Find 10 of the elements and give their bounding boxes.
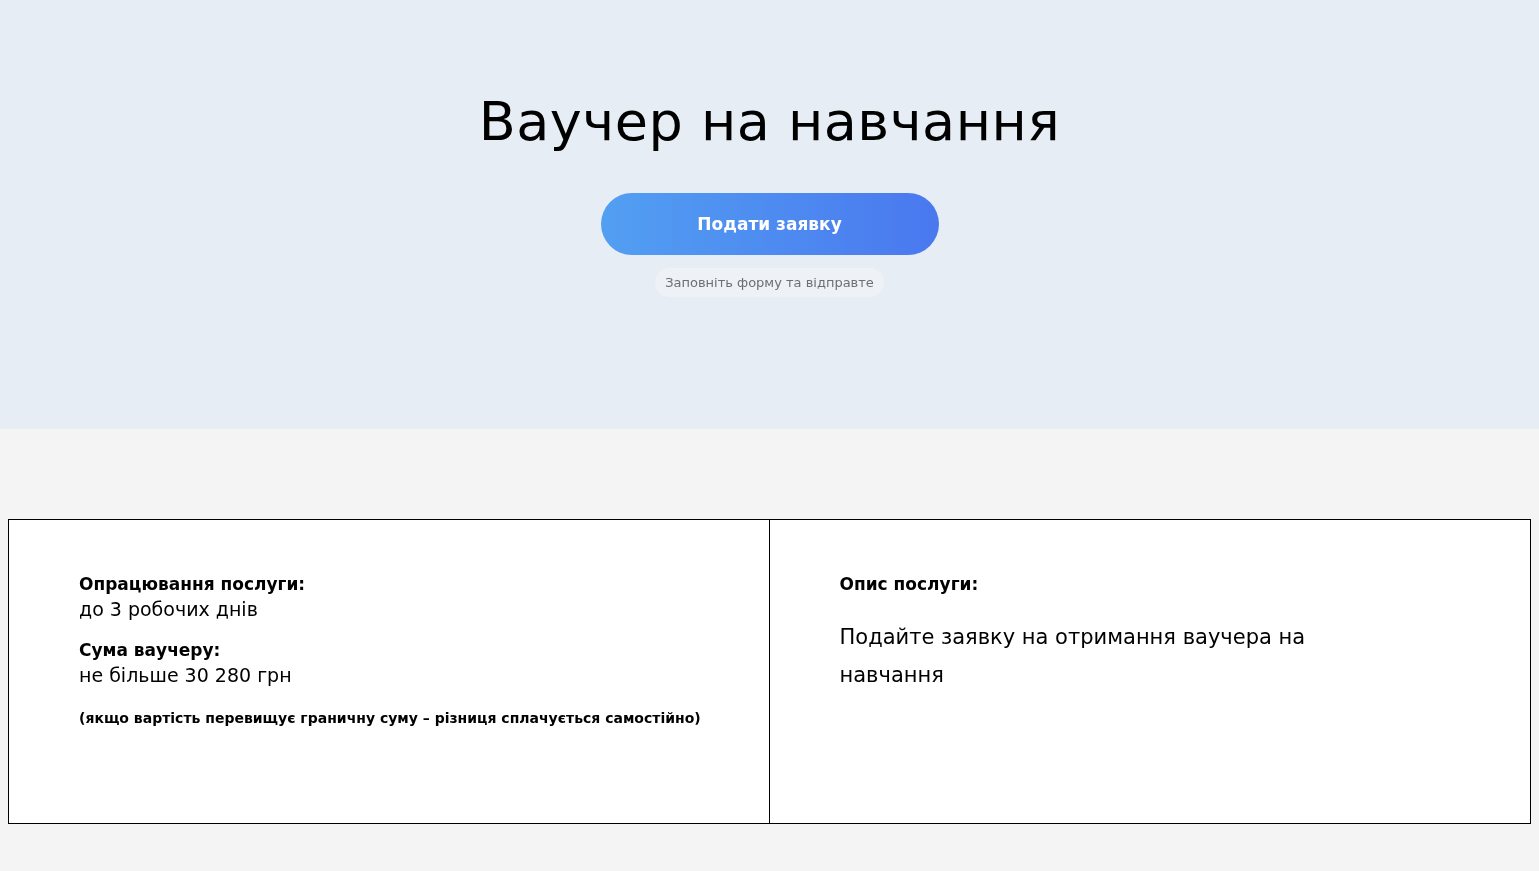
hint-text: Заповніть форму та відправте — [655, 268, 884, 297]
description-text: Подайте заявку на отримання ваучера на навчання — [839, 624, 1307, 689]
fact-value: до 3 робочих днів — [79, 598, 259, 620]
page-title: Ваучер на навчання — [478, 89, 1061, 155]
note-text: (якщо вартість перевищує граничну суму – різниця сплачується самостійно) — [79, 710, 702, 726]
apply-button[interactable]: Подати заявку — [600, 193, 939, 255]
fact-label: Опрацювання послуги: — [79, 574, 307, 594]
fact-label: Сума ваучеру: — [79, 640, 222, 660]
description-label: Опис послуги: — [839, 574, 980, 594]
fact-value: не більше 30 280 грн — [79, 664, 293, 686]
